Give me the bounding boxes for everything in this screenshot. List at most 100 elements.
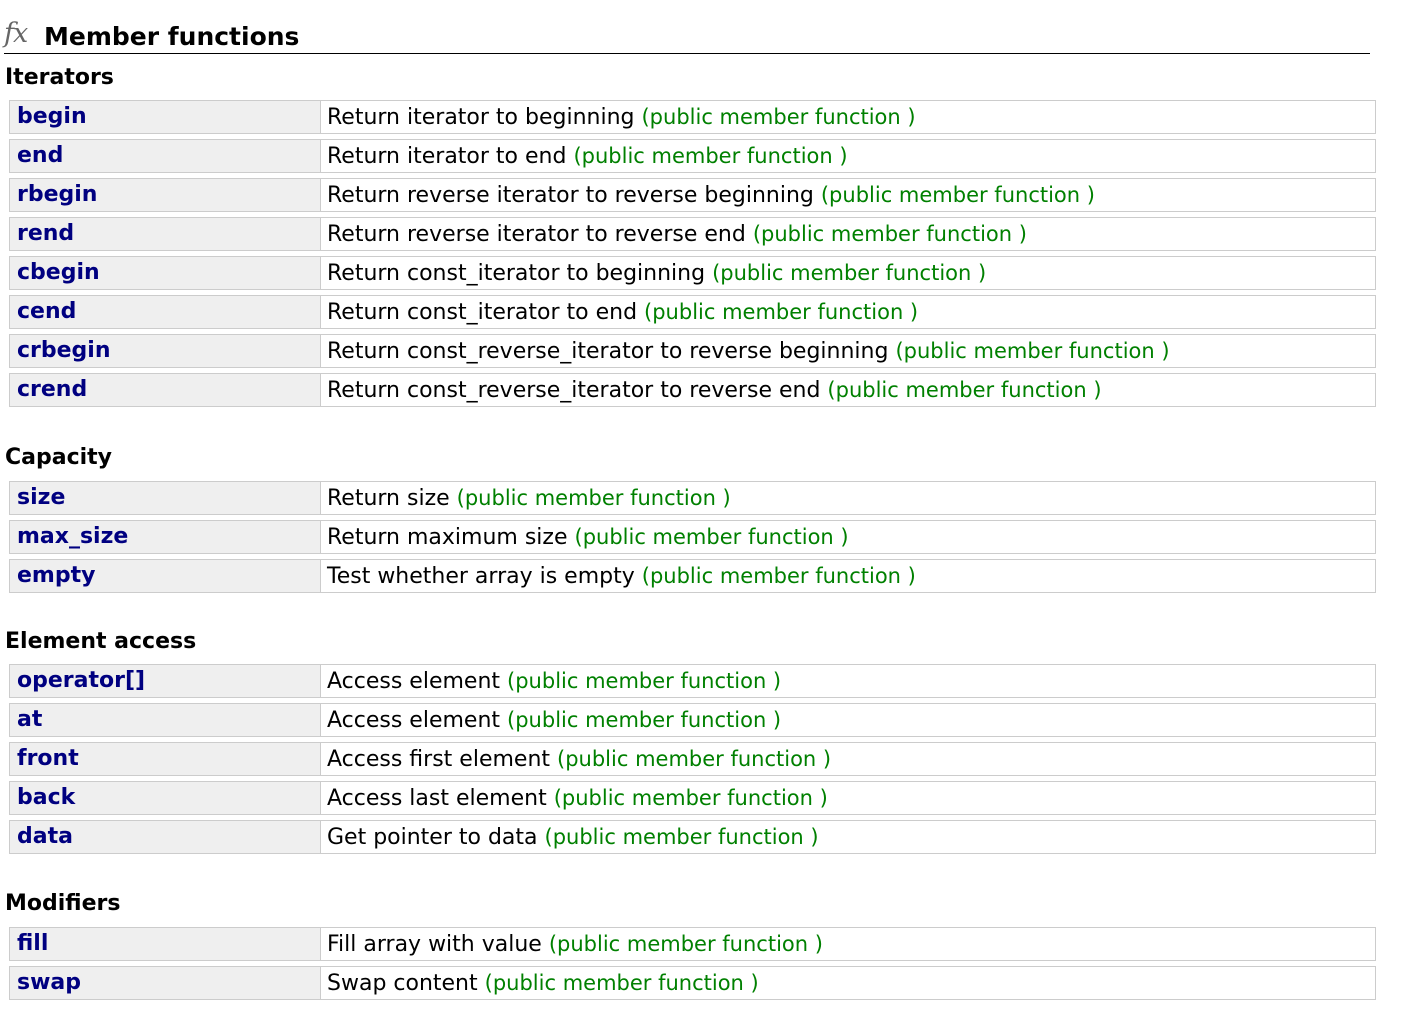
function-description-cell: Return iterator to beginning (public mem… <box>327 103 1371 132</box>
section-heading-iterators: Iterators <box>5 65 114 90</box>
table-row: front Access first element (public member… <box>9 742 1376 776</box>
function-description-cell: Return const_iterator to end (public mem… <box>327 298 1371 327</box>
function-description: Get pointer to data <box>327 825 538 850</box>
table-row: back Access last element (public member f… <box>9 781 1376 815</box>
function-kind: (public member function ) <box>507 669 782 693</box>
table-row: data Get pointer to data (public member f… <box>9 820 1376 854</box>
function-link-back[interactable]: back <box>17 784 75 812</box>
table-row: at Access element (public member function… <box>9 703 1376 737</box>
function-kind: (public member function ) <box>641 105 916 129</box>
element-access-table: operator[] Access element (public member … <box>9 664 1376 859</box>
function-link-size[interactable]: size <box>17 484 65 512</box>
function-link-crend[interactable]: crend <box>17 376 87 404</box>
function-name-cell: size <box>10 482 321 514</box>
member-functions-page: 𝑓𝑥 Member functions Iterators begin Retur… <box>0 0 1403 1024</box>
function-description-cell: Return const_reverse_iterator to reverse… <box>327 376 1371 405</box>
function-kind: (public member function ) <box>895 339 1170 363</box>
function-description: Return const_reverse_iterator to reverse… <box>327 378 821 403</box>
function-description-cell: Return iterator to end (public member fu… <box>327 142 1371 171</box>
function-name-cell: rend <box>10 218 321 250</box>
function-kind: (public member function ) <box>573 144 848 168</box>
function-kind: (public member function ) <box>827 378 1102 402</box>
page-title: Member functions <box>44 22 300 51</box>
function-name-cell: back <box>10 782 321 814</box>
function-name-cell: crend <box>10 374 321 406</box>
function-description-cell: Return reverse iterator to reverse end (… <box>327 220 1371 249</box>
function-name-cell: at <box>10 704 321 736</box>
function-description: Access last element <box>327 786 547 811</box>
function-description-cell: Access first element (public member func… <box>327 745 1371 774</box>
function-name-cell: crbegin <box>10 335 321 367</box>
function-name-cell: swap <box>10 967 321 999</box>
function-link-crbegin[interactable]: crbegin <box>17 337 111 365</box>
function-description: Swap content <box>327 971 478 996</box>
table-row: rend Return reverse iterator to reverse e… <box>9 217 1376 251</box>
function-description-cell: Access element (public member function ) <box>327 667 1371 696</box>
function-description-cell: Return const_reverse_iterator to reverse… <box>327 337 1371 366</box>
function-link-front[interactable]: front <box>17 745 79 773</box>
function-kind: (public member function ) <box>557 747 832 771</box>
table-row: empty Test whether array is empty (public… <box>9 559 1376 593</box>
function-link-cbegin[interactable]: cbegin <box>17 259 100 287</box>
function-name-cell: cbegin <box>10 257 321 289</box>
function-description-cell: Test whether array is empty (public memb… <box>327 562 1371 591</box>
table-row: rbegin Return reverse iterator to reverse… <box>9 178 1376 212</box>
function-link-begin[interactable]: begin <box>17 103 87 131</box>
function-description-cell: Return size (public member function ) <box>327 484 1371 513</box>
fx-icon: 𝑓𝑥 <box>4 18 28 49</box>
function-description: Return size <box>327 486 450 511</box>
function-description: Access first element <box>327 747 551 772</box>
function-kind: (public member function ) <box>752 222 1027 246</box>
function-kind: (public member function ) <box>544 825 819 849</box>
function-description: Return const_reverse_iterator to reverse… <box>327 339 889 364</box>
function-kind: (public member function ) <box>456 486 731 510</box>
function-link-empty[interactable]: empty <box>17 562 95 590</box>
table-row: size Return size (public member function … <box>9 481 1376 515</box>
function-link-max-size[interactable]: max_size <box>17 523 128 551</box>
function-name-cell: empty <box>10 560 321 592</box>
function-link-rend[interactable]: rend <box>17 220 74 248</box>
section-heading-modifiers: Modifiers <box>5 891 121 916</box>
function-kind: (public member function ) <box>641 564 916 588</box>
function-description-cell: Fill array with value (public member fun… <box>327 930 1371 959</box>
function-name-cell: data <box>10 821 321 853</box>
function-link-data[interactable]: data <box>17 823 73 851</box>
function-name-cell: operator[] <box>10 665 321 697</box>
section-heading-capacity: Capacity <box>5 445 113 470</box>
iterators-table: begin Return iterator to beginning (publi… <box>9 100 1376 412</box>
function-description: Access element <box>327 669 501 694</box>
function-kind: (public member function ) <box>574 525 849 549</box>
function-description-cell: Return const_iterator to beginning (publ… <box>327 259 1371 288</box>
table-row: begin Return iterator to beginning (publi… <box>9 100 1376 134</box>
function-description: Fill array with value <box>327 932 542 957</box>
function-link-end[interactable]: end <box>17 142 63 170</box>
function-name-cell: rbegin <box>10 179 321 211</box>
function-kind: (public member function ) <box>548 932 823 956</box>
function-name-cell: end <box>10 140 321 172</box>
function-link-fill[interactable]: fill <box>17 930 48 958</box>
section-heading-element-access: Element access <box>5 629 197 654</box>
table-row: swap Swap content (public member function… <box>9 966 1376 1000</box>
function-description: Test whether array is empty <box>327 564 635 589</box>
table-row: crbegin Return const_reverse_iterator to … <box>9 334 1376 368</box>
function-link-at[interactable]: at <box>17 706 42 734</box>
function-link-rbegin[interactable]: rbegin <box>17 181 97 209</box>
function-kind: (public member function ) <box>553 786 828 810</box>
function-link-operator-brackets[interactable]: operator[] <box>17 667 145 695</box>
function-kind: (public member function ) <box>507 708 782 732</box>
table-row: max_size Return maximum size (public memb… <box>9 520 1376 554</box>
function-link-swap[interactable]: swap <box>17 969 81 997</box>
table-row: cend Return const_iterator to end (public… <box>9 295 1376 329</box>
function-kind: (public member function ) <box>484 971 759 995</box>
function-name-cell: cend <box>10 296 321 328</box>
function-link-cend[interactable]: cend <box>17 298 76 326</box>
function-description: Return iterator to beginning <box>327 105 635 130</box>
function-description-cell: Get pointer to data (public member funct… <box>327 823 1371 852</box>
table-row: end Return iterator to end (public member… <box>9 139 1376 173</box>
function-name-cell: fill <box>10 928 321 960</box>
function-description: Return maximum size <box>327 525 568 550</box>
function-kind: (public member function ) <box>712 261 987 285</box>
function-description: Return const_iterator to end <box>327 300 638 325</box>
function-kind: (public member function ) <box>644 300 919 324</box>
function-description: Return iterator to end <box>327 144 567 169</box>
